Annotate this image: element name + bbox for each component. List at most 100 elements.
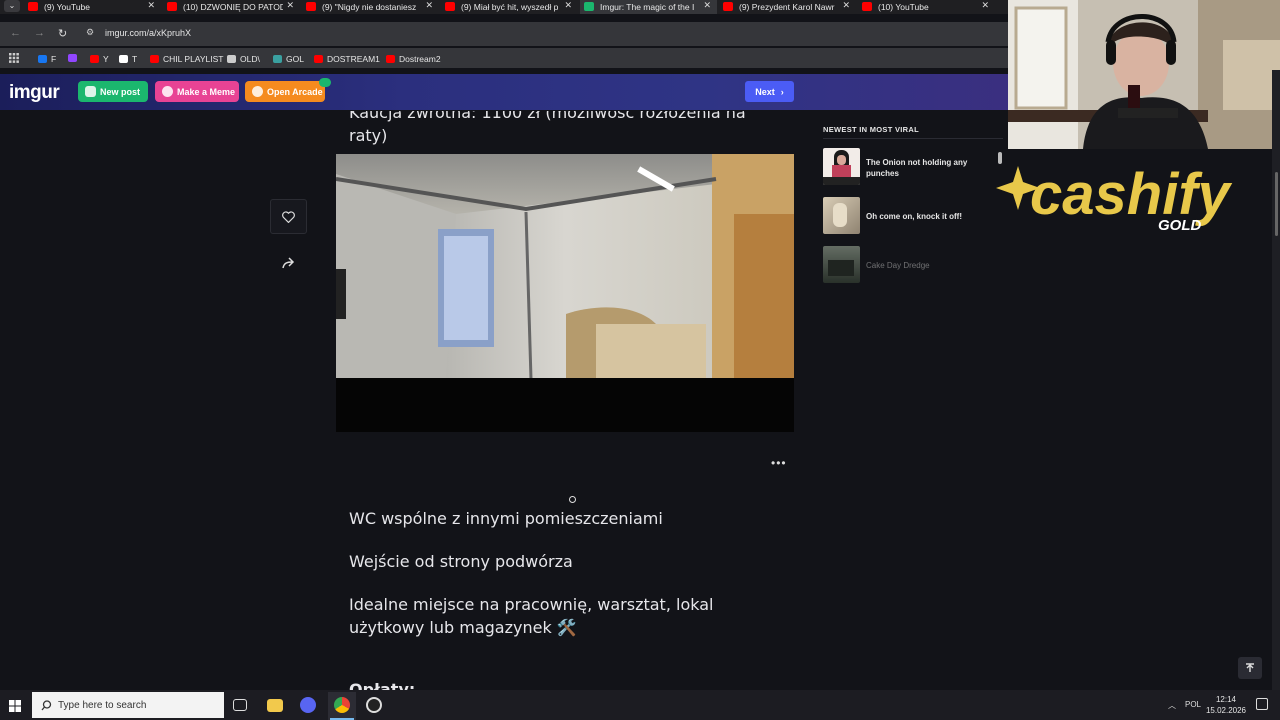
search-placeholder: Type here to search [58,699,147,711]
close-tab-icon[interactable]: ✕ [286,0,294,11]
bookmark-item[interactable]: OLD\ [227,54,260,64]
windows-start-icon[interactable] [9,699,21,717]
obs-icon[interactable] [366,697,382,713]
favorite-button[interactable] [270,199,307,234]
next-label: Next [755,86,775,97]
notifications-icon[interactable] [1256,698,1268,710]
taskbar-clock[interactable]: 12:14 15.02.2026 [1204,694,1248,716]
new-post-button[interactable]: New post [78,81,148,102]
meme-icon [162,86,173,97]
viral-item-title: Oh come on, knock it off! [866,212,963,221]
browser-tab[interactable]: (9) Miał być hit, wyszedł p ✕ [441,0,578,14]
next-button[interactable]: Next › [745,81,794,102]
post-image[interactable] [336,154,794,379]
post-heading-fees: Opłaty: [349,680,416,690]
twitch-icon [68,54,77,62]
close-tab-icon[interactable]: ✕ [425,0,433,11]
close-tab-icon[interactable]: ✕ [564,0,572,11]
site-info-icon[interactable]: ⚙ [86,27,94,38]
close-tab-icon[interactable]: ✕ [703,0,711,11]
tab-search-button[interactable]: ⌄ [4,0,20,12]
viral-thumbnail [823,148,860,185]
search-icon [41,700,52,711]
language-indicator[interactable]: POL [1185,700,1201,709]
bookmark-item[interactable]: DOSTREAM1 [314,54,380,64]
tab-label: (10) YouTube [878,2,929,12]
page-scrollbar[interactable] [1272,70,1280,690]
bookmark-item[interactable]: CHIL PLAYLIST [150,54,223,64]
gamepad-icon [252,86,263,97]
browser-tab[interactable]: Imgur: The magic of the I ✕ [580,0,717,14]
viral-item[interactable]: Cake Day Dredge [823,246,993,286]
viral-item-title: The Onion not holding any punches [866,158,968,178]
youtube-favicon-icon [445,2,455,11]
task-view-icon[interactable] [233,699,247,711]
post-paragraph: Wejście od strony podwórza [349,552,573,571]
more-options-icon[interactable]: ••• [771,456,787,470]
page-scrollbar-thumb[interactable] [1275,172,1278,236]
bookmark-item[interactable]: Dostream2 [386,54,441,64]
sidebar-divider [823,138,1003,139]
browser-tab[interactable]: (9) YouTube ✕ [24,0,161,14]
imgur-favicon-icon [584,2,594,11]
viral-item[interactable]: Oh come on, knock it off! [823,197,993,237]
discord-icon[interactable] [300,697,316,713]
clock-time: 12:14 [1215,695,1237,704]
bookmark-item[interactable]: GOL [273,54,304,64]
reload-icon[interactable]: ↻ [58,27,67,40]
open-arcade-button[interactable]: Open Arcade [245,81,325,102]
viral-thumbnail [823,246,860,283]
arrow-up-icon [1246,663,1254,672]
tray-chevron-up-icon[interactable]: ︿ [1168,700,1176,711]
new-post-label: New post [100,86,141,97]
apps-icon[interactable] [9,53,19,63]
scroll-to-top-button[interactable] [1238,657,1262,679]
forward-icon[interactable]: → [34,27,45,39]
tab-label: Imgur: The magic of the I [600,2,695,12]
url-field[interactable]: imgur.com/a/xKpruhX [105,28,191,38]
gol-icon [273,55,282,63]
bookmark-item[interactable]: T [119,54,137,64]
bookmark-label: OLD\ [240,54,260,64]
close-tab-icon[interactable]: ✕ [147,0,155,11]
file-explorer-icon[interactable] [267,699,283,712]
browser-tab[interactable]: (10) DZWONIĘ DO PATOD ✕ [163,0,300,14]
bookmark-label: GOL [286,54,304,64]
browser-tab[interactable]: (9) "Nigdy nie dostaniesz ✕ [302,0,439,14]
bookmark-label: CHIL PLAYLIST [163,54,224,64]
bookmark-item[interactable]: Y [90,54,109,64]
imgur-logo[interactable]: imgur [9,82,60,104]
image-letterbox [336,378,794,432]
back-icon[interactable]: ← [10,27,21,39]
youtube-favicon-icon [167,2,177,11]
chrome-icon[interactable] [334,697,350,713]
browser-tab[interactable]: (10) YouTube ✕ [858,0,995,14]
youtube-favicon-icon [306,2,316,11]
close-tab-icon[interactable]: ✕ [981,0,989,11]
tab-label: (9) Prezydent Karol Nawr [739,2,835,12]
tab-label: (9) YouTube [44,2,90,12]
viral-item-title: Cake Day Dredge [866,261,930,270]
close-tab-icon[interactable]: ✕ [842,0,850,11]
mouse-cursor-icon [569,496,576,503]
youtube-favicon-icon [862,2,872,11]
youtube-favicon-icon [723,2,733,11]
bookmark-label: DOSTREAM1 [327,54,380,64]
cashify-gold-logo: cashify GOLD [990,158,1270,238]
make-meme-button[interactable]: Make a Meme [155,81,239,102]
tab-label: (9) "Nigdy nie dostaniesz [322,2,417,12]
bookmark-item[interactable]: F [38,54,56,64]
browser-tab[interactable]: (9) Prezydent Karol Nawr ✕ [719,0,856,14]
clock-date: 15.02.2026 [1205,706,1247,715]
bookmark-label: F [51,54,57,64]
arcade-badge [319,78,331,87]
viral-item[interactable]: The Onion not holding any punches [823,148,993,188]
viral-thumbnail [823,197,860,234]
taskbar-search-input[interactable]: Type here to search [32,692,224,718]
imgur-header [0,74,1008,110]
cashify-wordmark: cashify [1030,162,1233,227]
share-icon[interactable] [282,256,296,274]
cashify-gold-label: GOLD [1158,217,1201,234]
youtube-icon [90,55,99,63]
bookmark-item[interactable] [68,54,81,62]
